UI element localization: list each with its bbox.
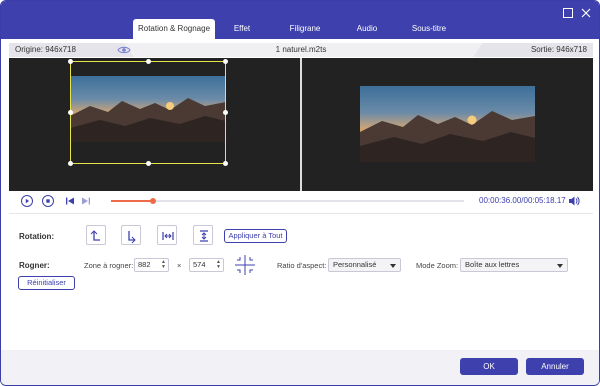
timeline-knob[interactable] — [150, 198, 156, 204]
crop-height-value: 574 — [193, 260, 206, 269]
preview-area — [9, 58, 593, 191]
previous-frame-icon[interactable] — [65, 196, 75, 206]
tab-audio[interactable]: Audio — [341, 19, 393, 39]
rotate-right-button[interactable] — [121, 225, 141, 245]
source-preview — [9, 58, 300, 191]
times-sign: × — [177, 261, 182, 270]
zoom-mode-value: Boîte aux lettres — [465, 260, 520, 269]
rotate-left-icon — [90, 230, 100, 241]
crop-handle[interactable] — [223, 161, 228, 166]
output-image — [360, 86, 535, 162]
flip-horizontal-button[interactable] — [157, 225, 177, 245]
center-crop-icon[interactable] — [234, 254, 256, 276]
tab-subtitle[interactable]: Sous-titre — [393, 19, 465, 39]
crop-handle[interactable] — [223, 59, 228, 64]
playback-controls: 00:00:36.00/00:05:18.17 — [9, 192, 593, 210]
crop-frame[interactable] — [68, 59, 228, 166]
flip-vertical-button[interactable] — [193, 225, 213, 245]
rotate-right-icon — [128, 231, 136, 244]
tab-bar: Rotation & Rognage Effet Filigrane Audio… — [133, 19, 465, 39]
spinner-arrows-icon[interactable]: ▲ ▼ — [216, 260, 221, 270]
flip-vertical-icon — [200, 230, 208, 242]
timeline-progress — [111, 200, 153, 202]
output-resolution: Sortie: 946x718 — [530, 45, 587, 54]
stop-icon[interactable] — [42, 195, 54, 207]
chevron-down-icon — [390, 264, 396, 268]
tab-watermark[interactable]: Filigrane — [269, 19, 341, 39]
ok-button[interactable]: OK — [460, 358, 518, 375]
minimize-icon[interactable] — [562, 7, 574, 19]
file-name: 1 naturel.m2ts — [275, 45, 327, 54]
crop-handle[interactable] — [223, 110, 228, 115]
current-time: 00:00:36.00 — [479, 196, 522, 205]
zoom-mode-select[interactable]: Boîte aux lettres — [460, 258, 568, 272]
apply-to-all-button[interactable]: Appliquer à Tout — [224, 229, 287, 243]
chevron-down-icon — [557, 264, 563, 268]
aspect-ratio-label: Ratio d'aspect: — [277, 261, 327, 270]
spinner-arrows-icon[interactable]: ▲ ▼ — [161, 260, 166, 270]
volume-icon[interactable] — [568, 195, 580, 207]
crop-handle[interactable] — [68, 161, 73, 166]
close-icon[interactable] — [580, 7, 592, 19]
crop-handle[interactable] — [68, 59, 73, 64]
crop-handle[interactable] — [68, 110, 73, 115]
crop-zone-label: Zone à rogner: — [84, 261, 134, 270]
crop-width-input[interactable]: 882 ▲ ▼ — [134, 258, 169, 272]
aspect-ratio-value: Personnalisé — [333, 260, 377, 269]
tab-effect[interactable]: Effet — [215, 19, 269, 39]
crop-height-input[interactable]: 574 ▲ ▼ — [189, 258, 224, 272]
crop-label: Rogner: — [19, 261, 50, 270]
title-bar: Rotation & Rognage Effet Filigrane Audio… — [1, 1, 599, 39]
zoom-mode-label: Mode Zoom: — [416, 261, 459, 270]
crop-handle[interactable] — [146, 59, 151, 64]
output-preview — [302, 58, 593, 191]
cancel-button[interactable]: Annuler — [526, 358, 584, 375]
play-icon[interactable] — [21, 195, 33, 207]
reset-button[interactable]: Réinitialiser — [18, 276, 75, 290]
dialog-window: Rotation & Rognage Effet Filigrane Audio… — [0, 0, 600, 386]
next-frame-icon[interactable] — [81, 196, 91, 206]
rotation-label: Rotation: — [19, 232, 55, 241]
total-time: /00:05:18.17 — [521, 196, 566, 205]
rotate-left-button[interactable] — [86, 225, 106, 245]
tab-rotation-crop[interactable]: Rotation & Rognage — [133, 19, 215, 39]
aspect-ratio-select[interactable]: Personnalisé — [328, 258, 401, 272]
crop-width-value: 882 — [138, 260, 151, 269]
section-divider — [9, 213, 593, 214]
timeline-track[interactable] — [111, 198, 464, 204]
flip-horizontal-icon — [162, 232, 174, 240]
crop-handle[interactable] — [146, 161, 151, 166]
time-display: 00:00:36.00/00:05:18.17 — [479, 196, 566, 205]
info-bar: Origine: 946x718 1 naturel.m2ts Sortie: … — [9, 43, 593, 57]
